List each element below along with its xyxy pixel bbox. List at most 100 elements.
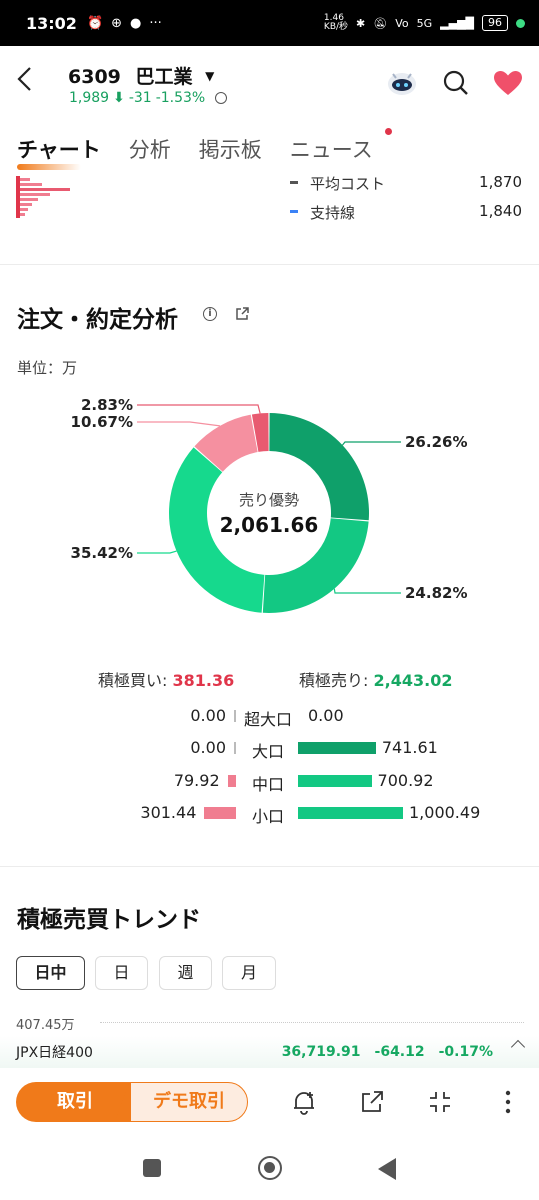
legend-value: 1,870: [479, 173, 522, 191]
divider: [0, 264, 539, 265]
volte-icon: Vo: [395, 16, 409, 30]
donut-slice-label: 24.82%: [405, 584, 467, 602]
buy-value: 0.00: [190, 738, 226, 757]
line-app-icon: ●: [130, 15, 142, 31]
period-weekly[interactable]: 週: [159, 956, 212, 990]
bottom-action-bar: 取引 デモ取引: [0, 1070, 539, 1134]
legend-dash-blue: [290, 210, 298, 213]
info-icon[interactable]: i: [203, 307, 217, 321]
size-category: 大口: [251, 742, 284, 761]
sell-value: 700.92: [377, 771, 434, 790]
legend-value: 1,840: [479, 202, 522, 220]
buy-value: 301.44: [140, 803, 197, 822]
period-monthly[interactable]: 月: [222, 956, 276, 990]
breakdown-row: 0.00 大口 741.61: [0, 736, 539, 761]
sell-bar: [298, 742, 376, 754]
aggressive-sell-total: 積極売り: 2,443.02: [299, 667, 452, 691]
system-nav-bar: [0, 1134, 539, 1200]
donut-leader-line: [333, 588, 401, 594]
index-ticker[interactable]: JPX日経400 36,719.91 -64.12 -0.17%: [0, 1036, 539, 1068]
demo-trade-button[interactable]: デモ取引: [130, 1082, 248, 1122]
period-daily[interactable]: 日: [95, 956, 148, 990]
home-icon[interactable]: [258, 1156, 282, 1180]
stock-header: 6309 巴工業 ▼ 1,989 ⬇ -31 -1.53%: [0, 54, 539, 114]
mute-icon: 🔕︎: [373, 16, 388, 30]
down-arrow-icon: ⬇: [113, 90, 125, 106]
price-alert-bell-icon[interactable]: [290, 1088, 318, 1116]
donut-slice-label: 26.26%: [405, 433, 467, 451]
chevron-up-icon[interactable]: [510, 1039, 526, 1055]
trend-title: 積極売買トレンド: [17, 907, 201, 933]
donut-leader-line: [341, 441, 401, 446]
buy-bar: [234, 710, 236, 722]
recent-apps-icon[interactable]: [143, 1159, 161, 1177]
collapse-icon[interactable]: [426, 1088, 454, 1116]
order-donut-chart: 26.26% 24.82% 35.42% 10.67%2.83%: [71, 396, 467, 613]
buy-value: 79.92: [173, 771, 220, 790]
status-time: 13:02: [26, 13, 77, 33]
size-category: 超大口: [243, 710, 292, 729]
tab-news[interactable]: ニュース: [290, 134, 373, 164]
stock-code: 6309: [68, 66, 121, 88]
back-triangle-icon[interactable]: [378, 1158, 396, 1180]
stock-change-pct: -1.53%: [155, 90, 206, 106]
globe-icon: ⊕: [111, 15, 123, 31]
battery-indicator: 96: [482, 15, 508, 31]
unit-label: 単位：万: [17, 359, 78, 377]
news-badge: [385, 128, 392, 135]
tab-chart[interactable]: チャート: [17, 134, 101, 170]
legend-average-cost: 平均コスト 1,870: [290, 173, 522, 194]
index-name: JPX日経400: [16, 1045, 93, 1061]
robot-assistant-icon[interactable]: [385, 66, 419, 100]
stock-selector[interactable]: 6309 巴工業 ▼: [68, 62, 214, 89]
buy-total-label: 積極買い:: [98, 671, 168, 690]
alarm-icon: ⏰: [86, 15, 104, 31]
buy-total-value: 381.36: [172, 671, 235, 690]
breakdown-row: 79.92 中口 700.92: [0, 769, 539, 794]
aggressive-buy-total: 積極買い: 381.36: [98, 667, 234, 691]
status-right-icons: 1.46 KB/秒 ✱ 🔕︎ Vo 5G ▂▄▆█ 96: [324, 14, 525, 32]
status-bar: 13:02 ⏰ ⊕ ● ··· 1.46 KB/秒 ✱ 🔕︎ Vo 5G ▂▄▆█…: [0, 0, 539, 46]
sell-value: 741.61: [381, 738, 438, 757]
clock-icon: [215, 92, 228, 104]
tab-analysis[interactable]: 分析: [129, 134, 171, 164]
sell-bar: [298, 807, 403, 819]
back-arrow-icon[interactable]: [14, 64, 38, 94]
heart-favorite-icon[interactable]: [493, 70, 523, 96]
share-icon[interactable]: [358, 1088, 386, 1116]
donut-slice-label: 2.83%: [81, 396, 133, 414]
size-category: 小口: [251, 807, 284, 826]
search-icon[interactable]: [443, 70, 469, 96]
status-left-icons: ⏰ ⊕ ● ···: [87, 16, 162, 31]
sell-value: 1,000.49: [409, 803, 481, 822]
size-category: 中口: [251, 775, 284, 794]
signal-icon: ▂▄▆█: [440, 16, 474, 30]
legend-dash-grey: [290, 181, 298, 184]
breakdown-row: 301.44 小口 1,000.49: [0, 801, 539, 826]
more-options-icon[interactable]: [494, 1088, 522, 1116]
donut-leader-line: [137, 421, 220, 427]
gridline: [100, 1022, 524, 1023]
network-type: 5G: [416, 16, 433, 30]
buy-bar: [234, 742, 236, 754]
buy-bar: [204, 807, 236, 819]
index-change-pct: -0.17%: [438, 1044, 493, 1060]
header-actions: [385, 66, 523, 100]
breakdown-row: 0.00 超大口 0.00: [0, 704, 539, 729]
donut-center-value: 2,061.66: [219, 513, 319, 537]
sell-bar: [298, 775, 372, 787]
donut-slice-label: 35.42%: [71, 544, 133, 562]
buy-bar: [227, 775, 236, 787]
legend-label: 平均コスト: [310, 175, 386, 193]
more-notifications-icon: ···: [149, 15, 162, 31]
stock-name: 巴工業: [135, 66, 193, 88]
period-intraday[interactable]: 日中: [16, 956, 85, 990]
legend-label: 支持線: [310, 204, 356, 222]
tab-board[interactable]: 掲示板: [199, 134, 262, 164]
divider: [0, 866, 539, 867]
donut-slice-label: 10.67%: [71, 413, 133, 431]
share-icon[interactable]: [234, 306, 250, 322]
index-change: -64.12: [374, 1044, 425, 1060]
sell-total-label: 積極売り:: [299, 671, 369, 690]
donut-leader-line: [137, 404, 261, 414]
